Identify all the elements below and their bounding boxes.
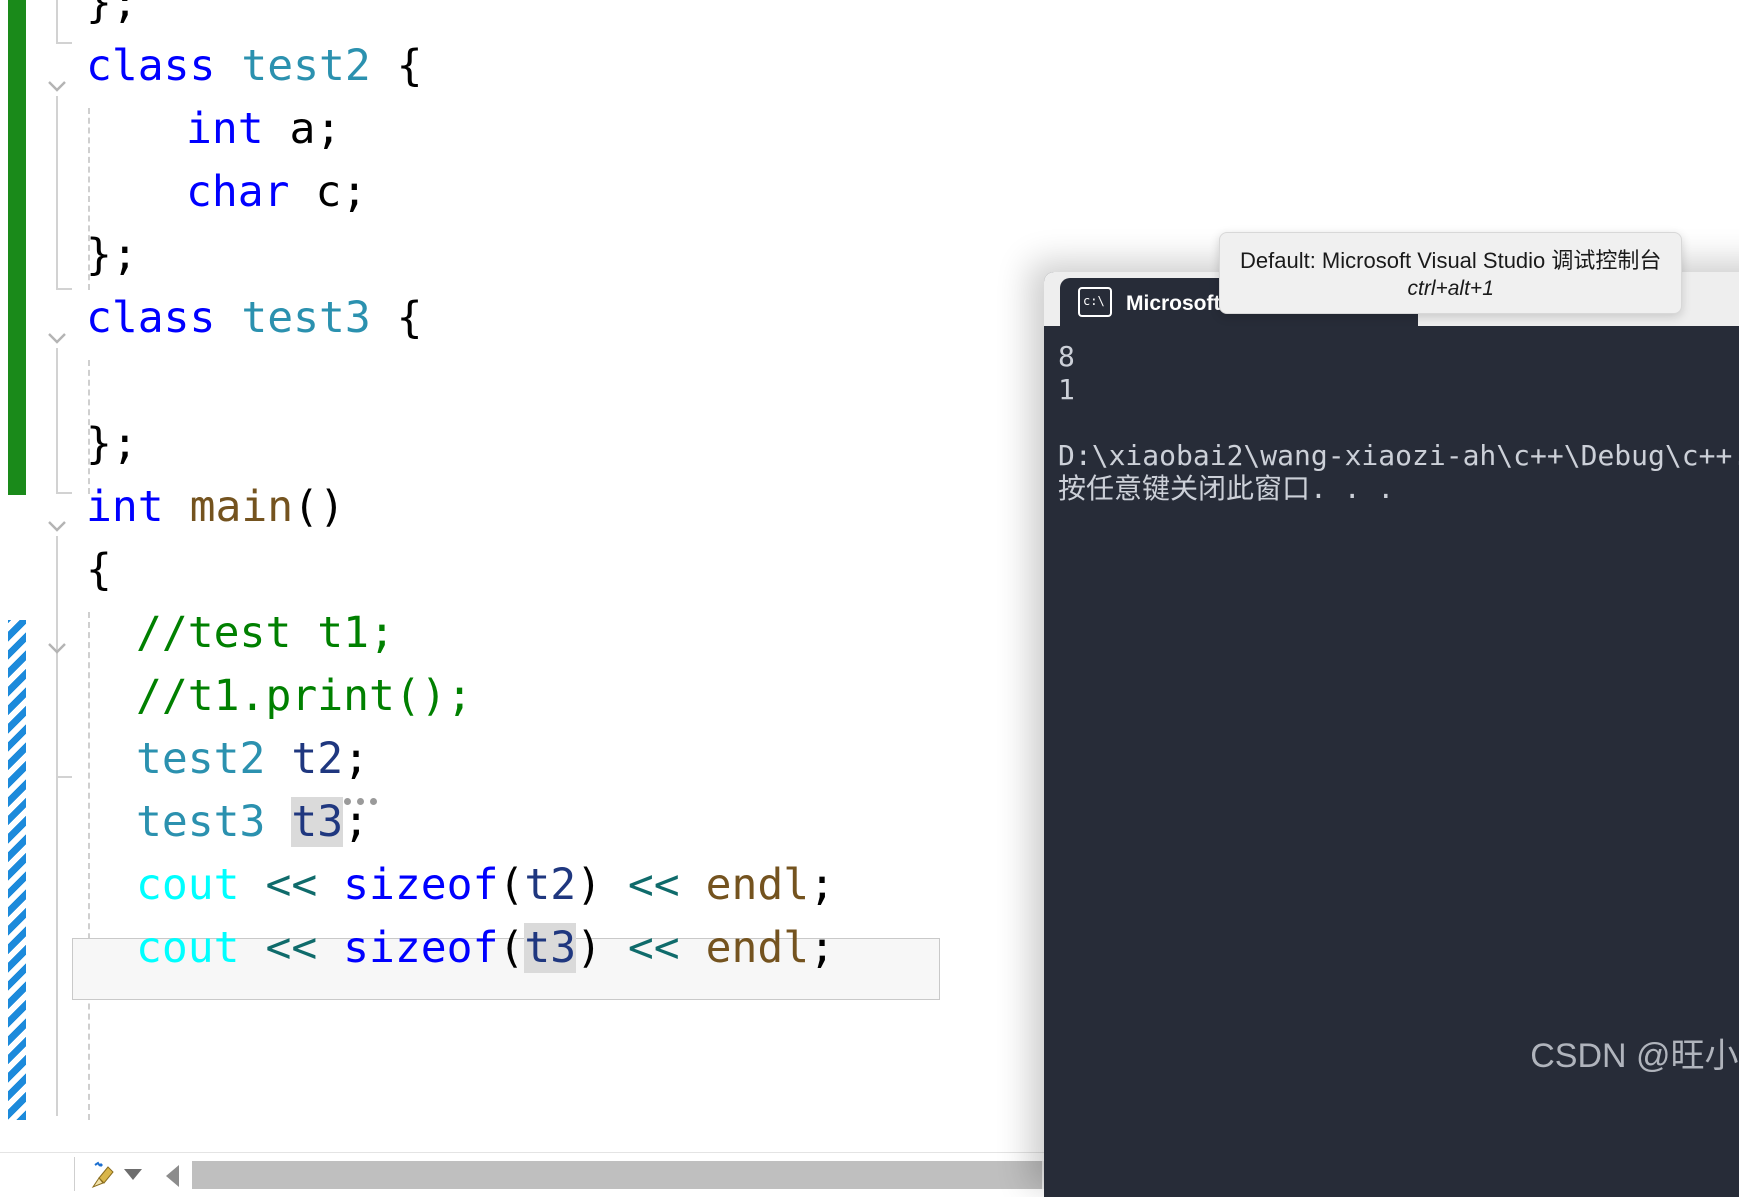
bottom-bar-divider [74,1157,75,1191]
terminal-tooltip: Default: Microsoft Visual Studio 调试控制台 c… [1219,232,1683,314]
code-token: ; [809,860,836,910]
code-token: //test t1; [136,608,395,658]
code-token: test3 [241,293,371,343]
code-token: main [189,482,294,532]
code-line[interactable]: { [86,539,112,602]
code-token: sizeof [343,860,499,910]
code-line[interactable]: }; [86,413,138,476]
code-token: }; [86,419,138,469]
code-line[interactable]: cout << sizeof(t2) << endl; [136,854,835,917]
broom-icon[interactable] [88,1161,120,1191]
code-token: test2 [241,41,371,91]
code-line[interactable]: test3 t3; [136,791,369,854]
code-token: cout [136,923,240,973]
tooltip-title: Default: Microsoft Visual Studio 调试控制台 [1240,248,1662,273]
code-token: ) [576,923,603,973]
code-token: () [293,482,345,532]
code-token: ) [576,860,603,910]
code-token: t3 [291,797,344,847]
code-token: { [370,41,423,91]
tooltip-shortcut: ctrl+alt+1 [1407,277,1494,300]
code-token: char [186,167,290,217]
code-line[interactable]: }; [86,0,138,35]
console-output-line: D:\xiaobai2\wang-xiaozi-ah\c++\Debug\c++… [1058,439,1739,472]
code-token: << [627,860,680,910]
code-line[interactable]: }; [86,224,138,287]
code-token: test2 [136,734,266,784]
code-token: { [370,293,423,343]
terminal-icon [1078,287,1112,317]
console-output-line: 8 [1058,340,1075,373]
code-token: ; [343,734,370,784]
horizontal-scrollbar-thumb[interactable] [192,1161,1042,1189]
code-token: << [265,860,318,910]
code-line[interactable]: int main() [86,476,345,539]
code-line[interactable]: cout << sizeof(t3) << endl; [136,917,835,980]
caret-down-icon[interactable] [124,1169,142,1180]
code-token: c; [289,167,368,217]
code-line[interactable]: //t1.print(); [136,665,473,728]
code-token: t2 [291,734,344,784]
code-token: }; [86,230,138,280]
code-token: int [86,482,190,532]
code-line[interactable]: //test t1; [136,602,395,665]
code-token: //t1.print(); [136,671,473,721]
code-line[interactable]: class test3 { [86,287,423,350]
code-token: test3 [136,797,266,847]
code-token: }; [86,0,138,28]
code-token: ; [809,923,836,973]
quick-actions-indicator[interactable] [344,798,377,806]
code-token: ( [498,923,525,973]
code-token: endl [705,923,810,973]
code-token: ( [498,860,525,910]
code-token: class [86,41,242,91]
code-token: cout [136,860,240,910]
scroll-left-arrow-icon[interactable] [166,1165,179,1187]
code-token: sizeof [343,923,499,973]
code-line[interactable]: class test2 { [86,35,423,98]
console-output-line: 1 [1058,373,1075,406]
code-line[interactable]: int a; [186,98,341,161]
code-token: class [86,293,242,343]
code-line[interactable]: char c; [186,161,367,224]
code-token: a; [263,104,342,154]
code-token: t2 [524,860,577,910]
code-token: int [186,104,264,154]
debug-console-window[interactable]: Microsoft Visual Studio 调试控 ✕ + 81D:\xia… [1044,272,1739,1197]
code-token: << [627,923,680,973]
code-token: { [86,545,112,595]
code-token: endl [705,860,810,910]
code-token: << [265,923,318,973]
code-line[interactable]: test2 t2; [136,728,369,791]
console-output-line: 按任意键关闭此窗口. . . [1058,472,1395,505]
code-token: t3 [524,923,577,973]
csdn-watermark: CSDN @旺小仔. [1530,1037,1739,1075]
